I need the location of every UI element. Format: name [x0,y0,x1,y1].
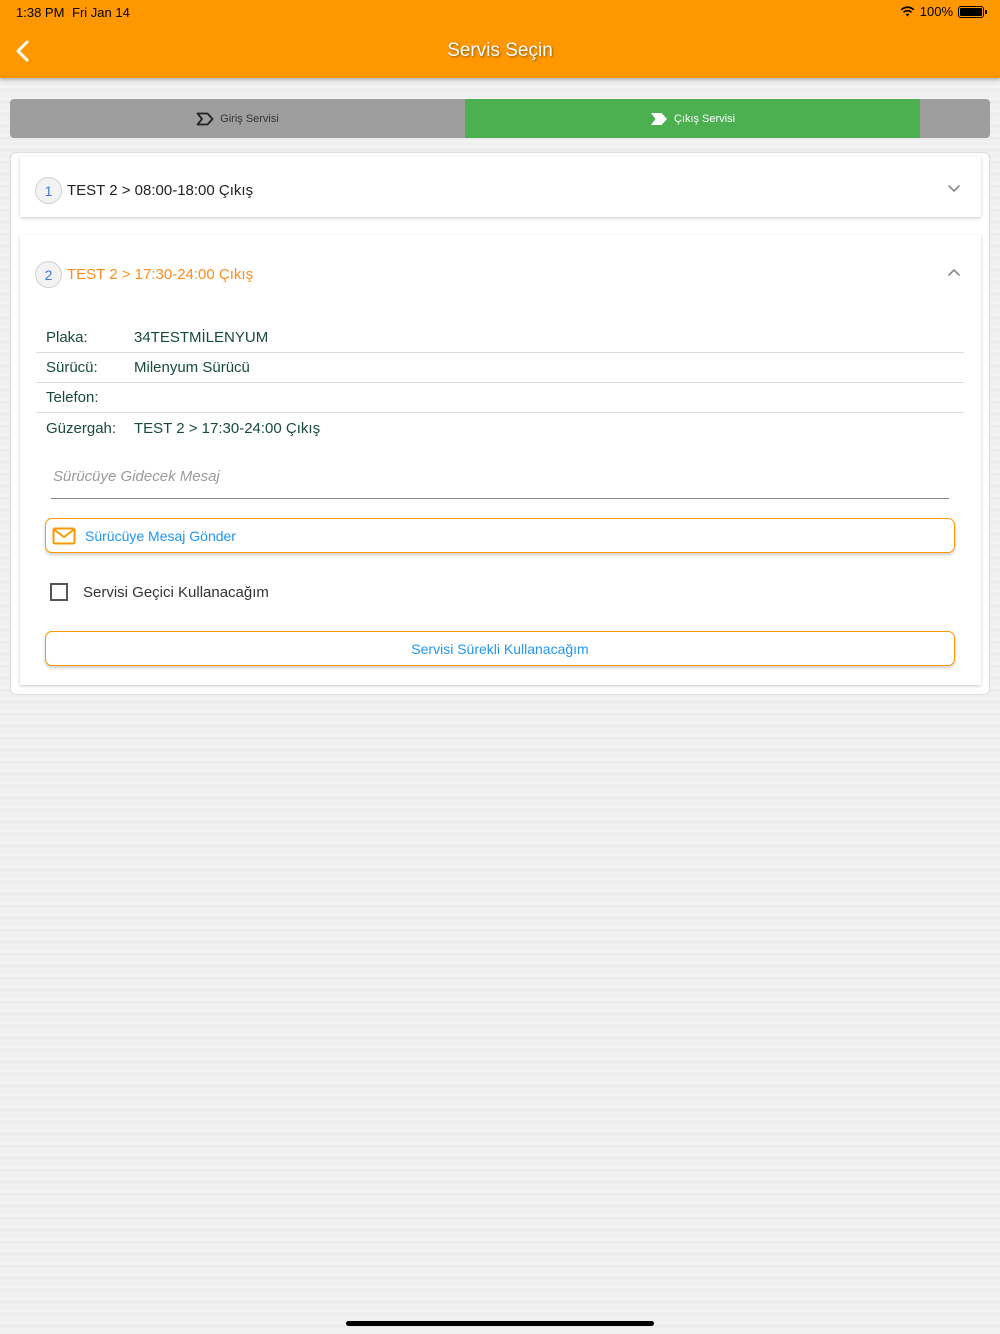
service-card-header[interactable]: 1 TEST 2 > 08:00-18:00 Çıkış [35,177,961,204]
status-date: Fri Jan 14 [72,5,130,20]
service-title: TEST 2 > 17:30-24:00 Çıkış [67,266,254,283]
chevron-down-icon [948,185,960,193]
tab-giris-servisi[interactable]: Giriş Servisi [10,99,465,138]
send-message-button[interactable]: Sürücüye Mesaj Gönder [45,518,955,553]
exit-arrow-icon [650,112,667,125]
detail-value: 34TESTMİLENYUM [134,329,269,346]
tab-cikis-servisi[interactable]: Çıkış Servisi [465,99,920,138]
detail-row-guzergah: Güzergah: TEST 2 > 17:30-24:00 Çıkış [36,413,964,443]
temporary-use-label: Servisi Geçici Kullanacağım [83,583,269,601]
tab-label: Giriş Servisi [220,112,279,125]
app-header: 1:38 PM Fri Jan 14 100% Servis Seçin [0,0,1000,78]
page-title: Servis Seçin [447,40,553,61]
enter-arrow-icon [196,112,214,125]
service-card-header[interactable]: 2 TEST 2 > 17:30-24:00 Çıkış [35,261,961,288]
permanent-use-button[interactable]: Servisi Sürekli Kullanacağım [45,631,955,666]
service-number-badge: 2 [35,261,62,288]
detail-row-plaka: Plaka: 34TESTMİLENYUM [36,323,964,353]
status-right: 100% [900,4,987,19]
service-details-table: Plaka: 34TESTMİLENYUM Sürücü: Milenyum S… [36,323,964,443]
service-card: 1 TEST 2 > 08:00-18:00 Çıkış [20,157,981,217]
service-number-badge: 1 [35,177,62,204]
detail-label: Güzergah: [46,419,117,437]
temporary-use-checkbox-row[interactable]: Servisi Geçici Kullanacağım [50,583,269,601]
envelope-icon [52,527,76,544]
tab-label: Çıkış Servisi [673,112,736,125]
temporary-use-checkbox[interactable] [50,583,68,601]
driver-message-input[interactable] [51,455,949,499]
detail-label: Sürücü: [46,359,98,376]
battery-icon [958,5,987,18]
service-direction-tabs: Giriş Servisi Çıkış Servisi [10,99,990,138]
service-card-expanded: 2 TEST 2 > 17:30-24:00 Çıkış Plaka: 34TE… [20,235,981,685]
detail-label: Telefon: [46,389,99,406]
detail-row-telefon: Telefon: [36,383,964,413]
detail-row-surucu: Sürücü: Milenyum Sürücü [36,353,964,383]
home-indicator [346,1321,654,1326]
send-message-label: Sürücüye Mesaj Gönder [85,527,236,544]
detail-label: Plaka: [46,329,88,346]
service-title: TEST 2 > 08:00-18:00 Çıkış [67,182,254,199]
chevron-up-icon [948,268,960,276]
detail-value: TEST 2 > 17:30-24:00 Çıkış [134,419,321,437]
wifi-icon [900,6,915,17]
battery-percent: 100% [919,4,953,19]
detail-value: Milenyum Sürücü [134,359,250,376]
service-list-panel: 1 TEST 2 > 08:00-18:00 Çıkış 2 TEST 2 > … [10,152,990,695]
status-time: 1:38 PM [16,5,65,20]
status-bar: 1:38 PM Fri Jan 14 100% [0,0,1000,24]
